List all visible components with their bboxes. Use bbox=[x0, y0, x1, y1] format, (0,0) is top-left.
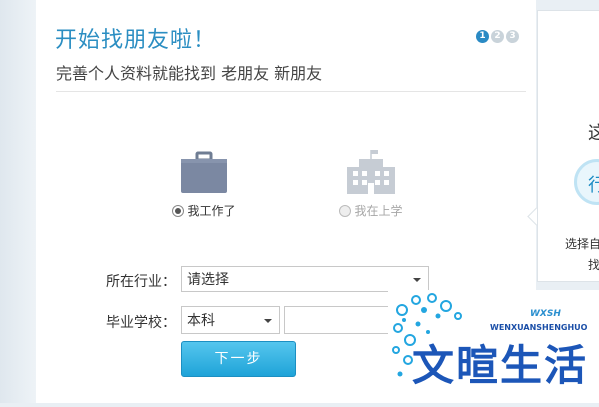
next-step-button[interactable]: 下一步 bbox=[181, 341, 296, 377]
step-2: 2 bbox=[491, 30, 504, 43]
work-radio[interactable] bbox=[172, 204, 185, 217]
step-3: 3 bbox=[506, 30, 519, 43]
work-option[interactable]: 我工作了 bbox=[162, 150, 246, 219]
side-panel-title: 这 bbox=[588, 123, 599, 144]
degree-select-value: 本科 bbox=[187, 313, 215, 329]
school-option[interactable]: 我在上学 bbox=[329, 150, 413, 219]
watermark-brand: 文暄生活 bbox=[412, 341, 588, 390]
industry-label: 所在行业： bbox=[106, 274, 176, 290]
side-panel-text-1: 选择自 bbox=[565, 237, 599, 251]
industry-select-value: 请选择 bbox=[187, 272, 229, 288]
school-option-label: 我在上学 bbox=[354, 204, 403, 218]
side-panel-badge: 行 bbox=[574, 159, 599, 205]
step-indicator: 1 2 3 bbox=[476, 30, 519, 43]
work-option-label: 我工作了 bbox=[187, 204, 236, 218]
chevron-down-icon bbox=[264, 319, 272, 323]
degree-select[interactable]: 本科 bbox=[181, 306, 280, 334]
header-divider bbox=[56, 91, 526, 92]
page-title: 开始找朋友啦！ bbox=[55, 28, 217, 53]
watermark-pinyin: WENXUANSHENGHUO bbox=[490, 323, 588, 332]
industry-select[interactable]: 请选择 bbox=[181, 266, 429, 292]
chevron-down-icon bbox=[413, 278, 421, 282]
watermark-initials: WXSH bbox=[530, 309, 561, 319]
school-label: 毕业学校： bbox=[106, 315, 176, 331]
page-left-edge bbox=[0, 0, 36, 403]
side-panel-text-2: 找 bbox=[588, 258, 599, 272]
step-1: 1 bbox=[476, 30, 489, 43]
side-panel: 这 行 选择自 找 bbox=[537, 10, 599, 282]
school-radio[interactable] bbox=[339, 204, 352, 217]
briefcase-icon bbox=[181, 151, 227, 193]
school-building-icon bbox=[347, 150, 395, 194]
watermark-logo: WXSH WENXUANSHENGHUO 文暄生活 bbox=[388, 290, 599, 403]
page-subtitle: 完善个人资料就能找到 老朋友 新朋友 bbox=[56, 64, 323, 83]
side-panel-badge-text: 行 bbox=[588, 175, 599, 196]
